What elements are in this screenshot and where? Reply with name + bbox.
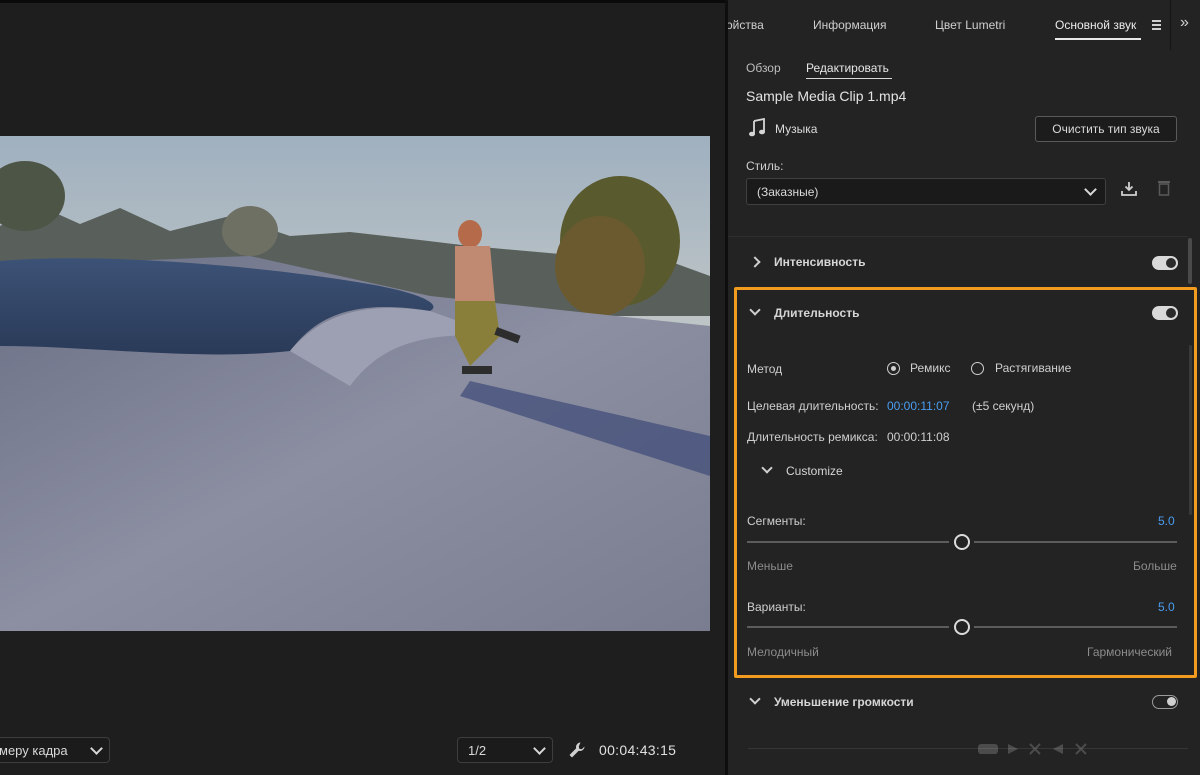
clear-audio-type-button[interactable]: Очистить тип звука <box>1035 116 1177 142</box>
panel-menu-icon[interactable] <box>1152 20 1161 30</box>
section-divider <box>728 236 1188 237</box>
ducking-section-title: Уменьшение громкости <box>774 695 914 709</box>
variations-slider-thumb[interactable] <box>954 619 970 635</box>
fit-zoom-dropdown[interactable]: меру кадра <box>0 737 110 763</box>
wrench-settings-icon[interactable] <box>568 741 586 759</box>
active-subtab-indicator <box>806 78 892 79</box>
subtab-edit[interactable]: Редактировать <box>806 61 889 75</box>
customize-header[interactable]: Customize <box>740 458 940 488</box>
variations-value[interactable]: 5.0 <box>1158 600 1175 614</box>
method-label: Метод <box>747 362 783 376</box>
playback-resolution-value: 1/2 <box>468 742 487 758</box>
chevron-down-icon <box>749 304 761 316</box>
chevron-down-icon <box>761 462 773 474</box>
section-divider <box>748 748 1188 749</box>
method-remix-label[interactable]: Ремикс <box>910 361 951 375</box>
remix-duration-value: 00:00:11:08 <box>887 430 950 444</box>
method-remix-radio[interactable] <box>887 362 900 375</box>
panel-scrollbar-thumb[interactable] <box>1188 238 1192 284</box>
tab-info[interactable]: Информация <box>813 18 886 32</box>
delete-preset-icon[interactable] <box>1157 179 1171 196</box>
program-monitor: меру кадра 1/2 00:04:43:15 <box>0 0 725 775</box>
tab-lumetri-color[interactable]: Цвет Lumetri <box>935 18 1005 32</box>
target-duration-value[interactable]: 00:00:11:07 <box>887 399 950 413</box>
panel-tab-bar: ойства Информация Цвет Lumetri Основной … <box>728 0 1200 50</box>
save-preset-icon[interactable] <box>1120 180 1138 198</box>
style-preset-value: (Заказные) <box>757 184 819 199</box>
chevron-right-icon <box>749 256 761 268</box>
active-tab-indicator <box>1055 38 1141 40</box>
clip-name: Sample Media Clip 1.mp4 <box>746 88 907 104</box>
playback-resolution-dropdown[interactable]: 1/2 <box>457 737 553 763</box>
segments-value[interactable]: 5.0 <box>1158 514 1175 528</box>
style-preset-dropdown[interactable]: (Заказные) <box>746 178 1106 205</box>
panel-scroll-track <box>1189 345 1192 515</box>
segments-slider-track-left[interactable] <box>747 541 949 543</box>
variations-min-label: Мелодичный <box>747 645 819 659</box>
tab-properties[interactable]: ойства <box>728 18 764 32</box>
style-label: Стиль: <box>746 159 784 173</box>
segments-slider-thumb[interactable] <box>954 534 970 550</box>
tab-essential-sound[interactable]: Основной звук <box>1055 18 1136 32</box>
video-frame <box>0 136 710 631</box>
chevron-down-icon <box>1084 183 1097 196</box>
chevron-down-icon <box>533 741 546 755</box>
audio-type-label: Музыка <box>775 122 818 136</box>
tab-overflow-icon[interactable]: » <box>1180 14 1189 32</box>
essential-sound-panel: ойства Информация Цвет Lumetri Основной … <box>728 0 1200 775</box>
fit-zoom-value: меру кадра <box>0 742 68 758</box>
ducking-toggle[interactable] <box>1152 695 1178 709</box>
customize-title: Customize <box>786 464 843 478</box>
variations-max-label: Гармонический <box>1087 645 1173 659</box>
segments-max-label: Больше <box>1133 559 1177 573</box>
segments-label: Сегменты: <box>747 514 806 528</box>
faded-controls-icon <box>978 743 1087 755</box>
intensity-toggle[interactable] <box>1152 256 1178 270</box>
variations-slider-track-right[interactable] <box>974 626 1177 628</box>
chevron-down-icon <box>90 741 103 755</box>
duration-toggle[interactable] <box>1152 306 1178 320</box>
subtab-overview[interactable]: Обзор <box>746 61 781 75</box>
method-stretch-label[interactable]: Растягивание <box>995 361 1071 375</box>
ducking-section-header[interactable]: Уменьшение громкости <box>728 689 1188 719</box>
playhead-timecode[interactable]: 00:04:43:15 <box>599 742 676 758</box>
duration-section-header[interactable]: Длительность <box>728 300 1188 330</box>
skatepark-video-image <box>0 136 710 631</box>
variations-slider-track-left[interactable] <box>747 626 949 628</box>
intensity-section-title: Интенсивность <box>774 255 866 269</box>
target-duration-tolerance: (±5 секунд) <box>972 399 1035 413</box>
segments-min-label: Меньше <box>747 559 793 573</box>
remix-duration-label: Длительность ремикса: <box>747 430 878 444</box>
duration-section-title: Длительность <box>774 306 860 320</box>
variations-label: Варианты: <box>747 600 806 614</box>
segments-slider-track-right[interactable] <box>974 541 1177 543</box>
tab-separator <box>1170 0 1171 50</box>
target-duration-label: Целевая длительность: <box>747 399 879 413</box>
music-note-icon <box>749 118 765 137</box>
intensity-section-header[interactable]: Интенсивность <box>728 249 1188 279</box>
method-stretch-radio[interactable] <box>971 362 984 375</box>
chevron-down-icon <box>749 693 761 705</box>
